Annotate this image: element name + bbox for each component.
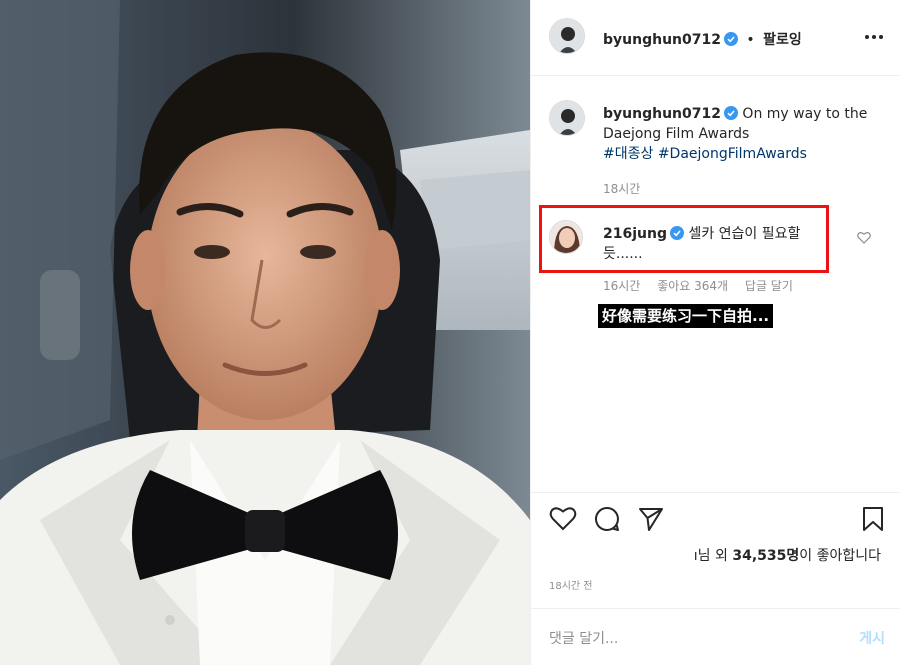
post-comment-button[interactable]: 게시 xyxy=(859,628,885,648)
like-heart-icon[interactable] xyxy=(549,505,577,533)
caption-time: 18시간 xyxy=(603,182,641,196)
author-username[interactable]: byunghun0712 xyxy=(603,32,721,48)
header-separator: • xyxy=(746,32,755,48)
likes-suffix: 이 좋아합니다 xyxy=(799,548,881,564)
post-timestamp: 18시간 전 xyxy=(549,581,593,592)
comment-item: 216jung 셀카 연습이 필요할 듯...... 16시간 좋아요 364개… xyxy=(531,200,900,310)
likes-count: 34,535명 xyxy=(732,548,800,564)
more-options-icon[interactable] xyxy=(863,31,885,43)
comment-meta: 16시간 좋아요 364개 답글 달기 xyxy=(603,277,806,294)
caption-avatar[interactable] xyxy=(549,100,585,136)
post-actions: ı님 외 34,535명이 좋아합니다 18시간 전 댓글 달기... 게시 xyxy=(531,492,900,665)
author-avatar[interactable] xyxy=(549,18,585,54)
add-comment-input[interactable]: 댓글 달기... xyxy=(549,628,618,648)
likes-prefix: ı님 외 xyxy=(693,548,733,564)
verified-badge-icon xyxy=(669,226,684,240)
caption-text-block: byunghun0712 On my way to the Daejong Fi… xyxy=(603,104,885,164)
caption-username[interactable]: byunghun0712 xyxy=(603,106,721,122)
add-comment-bar: 댓글 달기... 게시 xyxy=(531,608,900,665)
selfie-image xyxy=(0,0,530,665)
comment-bubble-icon[interactable] xyxy=(593,505,621,533)
likes-summary[interactable]: ı님 외 34,535명이 좋아합니다 xyxy=(694,545,881,565)
share-send-icon[interactable] xyxy=(637,505,665,533)
translation-subtitle: 好像需要练习一下自拍... xyxy=(598,304,774,328)
post-photo[interactable] xyxy=(0,0,530,665)
comment-likes[interactable]: 좋아요 364개 xyxy=(657,279,728,293)
comment-time: 16시간 xyxy=(603,279,641,293)
commenter-avatar[interactable] xyxy=(549,220,583,254)
commenter-username[interactable]: 216jung xyxy=(603,226,667,242)
verified-badge-icon xyxy=(723,32,738,46)
post-header: byunghun0712 • 팔로잉 xyxy=(531,0,900,76)
bookmark-icon[interactable] xyxy=(859,505,887,533)
post-side-panel: byunghun0712 • 팔로잉 byunghun0712 On my wa… xyxy=(530,0,900,665)
reply-button[interactable]: 답글 달기 xyxy=(745,279,793,293)
comment-like-heart-icon[interactable] xyxy=(857,231,871,244)
verified-badge-icon xyxy=(723,106,738,120)
header-line: byunghun0712 • 팔로잉 xyxy=(603,29,802,49)
caption-hashtags[interactable]: #대종상 #DaejongFilmAwards xyxy=(603,146,807,162)
following-button[interactable]: 팔로잉 xyxy=(763,32,802,48)
comment-text-block: 216jung 셀카 연습이 필요할 듯...... xyxy=(603,224,833,264)
